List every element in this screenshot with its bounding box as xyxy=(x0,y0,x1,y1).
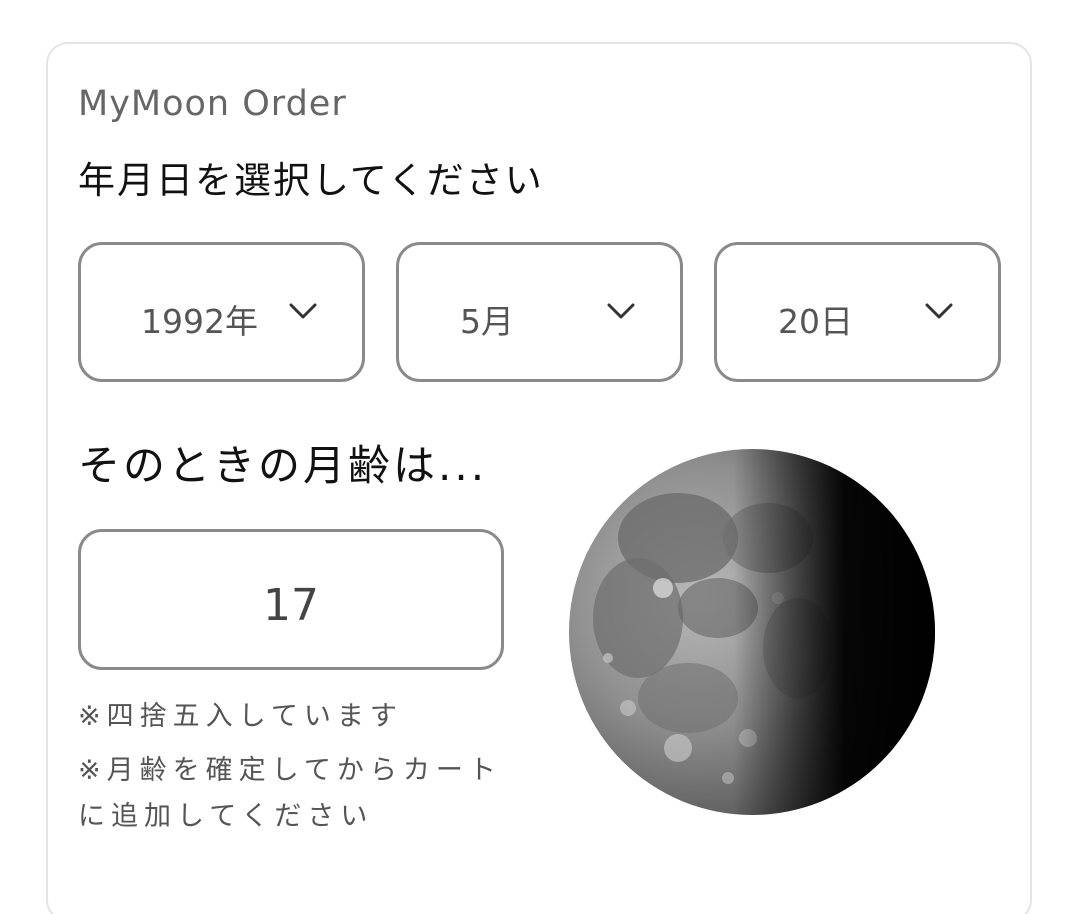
month-select-value: 5月 xyxy=(460,302,514,341)
chevron-down-icon xyxy=(607,303,635,319)
moon-age-heading: そのときの月齢は... xyxy=(78,441,488,490)
day-select[interactable]: 20日 xyxy=(714,242,1001,382)
year-select[interactable]: 1992年 xyxy=(78,242,365,382)
date-prompt: 年月日を選択してください xyxy=(78,159,544,202)
moon-age-value: 17 xyxy=(263,580,319,631)
moon-image xyxy=(569,449,935,815)
month-select[interactable]: 5月 xyxy=(396,242,683,382)
day-select-value: 20日 xyxy=(778,302,853,341)
chevron-down-icon xyxy=(925,303,953,319)
brand-title: MyMoon Order xyxy=(78,84,347,124)
chevron-down-icon xyxy=(289,303,317,319)
year-select-value: 1992年 xyxy=(141,302,258,341)
rounding-note: ※四捨五入しています xyxy=(78,701,403,732)
add-to-cart-note: ※月齢を確定してからカートに追加してください xyxy=(78,755,502,832)
moon-age-display: 17 xyxy=(78,529,504,670)
